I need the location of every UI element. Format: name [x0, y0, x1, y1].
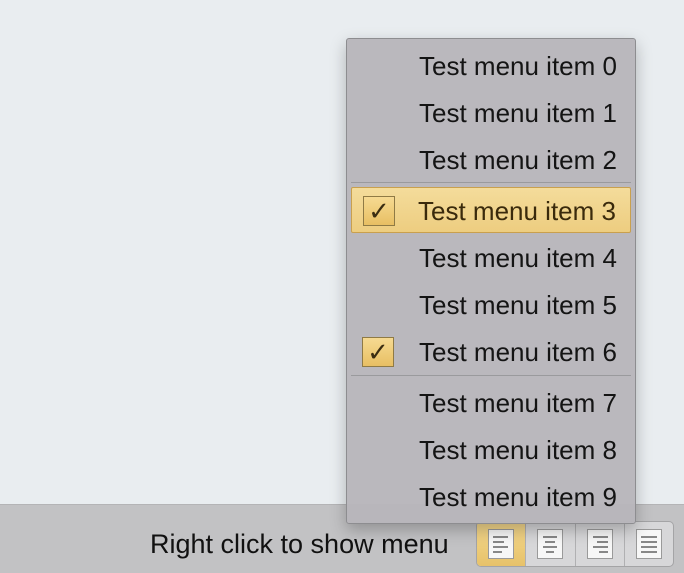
menu-item-label: Test menu item 0: [419, 51, 617, 81]
menu-item-label: Test menu item 2: [419, 145, 617, 175]
text-alignment-segmented-control: [476, 521, 674, 567]
align-justify-icon: [635, 529, 662, 559]
checkmark-icon: ✓: [362, 337, 394, 367]
menu-item-label: Test menu item 4: [419, 243, 617, 273]
align-right-icon: [586, 529, 613, 559]
menu-item-label: Test menu item 3: [418, 196, 616, 226]
menu-item-2[interactable]: Test menu item 2: [351, 137, 631, 183]
menu-separator: [351, 375, 631, 376]
menu-item-3[interactable]: ✓ Test menu item 3: [351, 187, 631, 233]
align-center-icon: [537, 529, 564, 559]
menu-item-label: Test menu item 7: [419, 388, 617, 418]
menu-item-6[interactable]: ✓ Test menu item 6: [351, 329, 631, 375]
context-menu: Test menu item 0 Test menu item 1 Test m…: [346, 38, 636, 524]
menu-item-label: Test menu item 9: [419, 482, 617, 512]
menu-item-label: Test menu item 8: [419, 435, 617, 465]
right-click-hint: Right click to show menu: [150, 529, 449, 559]
menu-item-5[interactable]: Test menu item 5: [351, 282, 631, 328]
menu-item-label: Test menu item 5: [419, 290, 617, 320]
menu-item-label: Test menu item 1: [419, 98, 617, 128]
menu-separator: [351, 182, 631, 183]
menu-item-1[interactable]: Test menu item 1: [351, 90, 631, 136]
menu-item-9[interactable]: Test menu item 9: [351, 474, 631, 520]
menu-item-8[interactable]: Test menu item 8: [351, 427, 631, 473]
menu-item-0[interactable]: Test menu item 0: [351, 43, 631, 89]
align-center-button[interactable]: [526, 522, 576, 566]
checkmark-icon: ✓: [363, 196, 395, 226]
align-justify-button[interactable]: [625, 522, 673, 566]
align-left-icon: [488, 529, 515, 559]
menu-item-4[interactable]: Test menu item 4: [351, 235, 631, 281]
align-left-button[interactable]: [477, 522, 527, 566]
menu-item-7[interactable]: Test menu item 7: [351, 380, 631, 426]
menu-item-label: Test menu item 6: [419, 337, 617, 367]
align-right-button[interactable]: [576, 522, 625, 566]
